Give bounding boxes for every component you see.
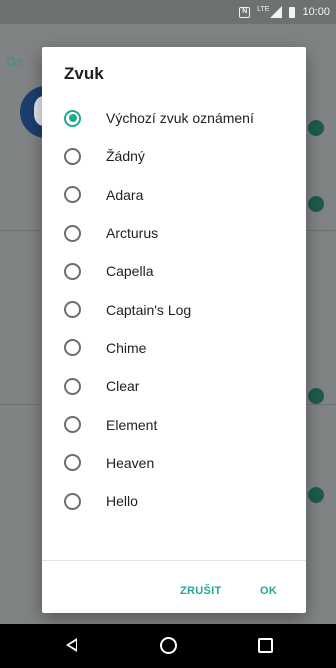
sound-option[interactable]: Clear [42,367,306,405]
signal-icon [270,6,283,18]
option-label: Žádný [106,148,145,165]
sound-options-list[interactable]: Výchozí zvuk oznámení Žádný Adara Arctur… [42,99,306,553]
option-label: Výchozí zvuk oznámení [106,110,254,127]
sound-option[interactable]: Arcturus [42,214,306,252]
cancel-button[interactable]: ZRUŠIT [180,585,222,597]
nfc-icon: N [239,6,251,18]
sound-option[interactable]: Adara [42,176,306,214]
background-title: Oz [6,54,23,69]
status-bar: N LTE 10:00 [0,0,336,24]
option-label: Clear [106,378,140,395]
radio-unchecked-icon[interactable] [64,301,81,319]
battery-icon [289,6,296,18]
radio-unchecked-icon[interactable] [64,454,81,472]
radio-unchecked-icon[interactable] [64,492,81,510]
radio-unchecked-icon[interactable] [64,224,81,242]
sound-option[interactable]: Výchozí zvuk oznámení [42,99,306,137]
home-icon[interactable] [160,637,177,654]
sound-dialog: Zvuk Výchozí zvuk oznámení Žádný Adara A… [42,47,306,613]
status-time: 10:00 [302,6,330,18]
radio-checked-icon[interactable] [64,109,81,127]
background-toggle-icon [308,196,324,212]
radio-unchecked-icon[interactable] [64,416,81,434]
option-label: Hello [106,493,138,510]
actions-divider [42,560,306,561]
option-label: Capella [106,263,154,280]
sound-option[interactable]: Žádný [42,137,306,175]
option-label: Element [106,416,158,433]
background-toggle-icon [308,487,324,503]
sound-option[interactable]: Capella [42,252,306,290]
radio-unchecked-icon[interactable] [64,186,81,204]
sound-option[interactable]: Element [42,405,306,443]
option-label: Captain's Log [106,301,192,318]
sound-option[interactable]: Hello [42,482,306,520]
dialog-title: Zvuk [64,64,104,83]
sound-option[interactable]: Heaven [42,444,306,482]
option-label: Arcturus [106,225,159,242]
option-label: Heaven [106,454,155,471]
radio-unchecked-icon[interactable] [64,147,81,165]
ok-button[interactable]: OK [260,585,277,597]
option-label: Adara [106,186,144,203]
radio-unchecked-icon[interactable] [64,339,81,357]
status-icons: N LTE 10:00 [239,6,330,18]
lte-label: LTE [257,5,270,13]
navigation-bar [0,624,336,668]
sound-option[interactable]: Captain's Log [42,290,306,328]
sound-option[interactable]: Chime [42,329,306,367]
background-badge-icon [308,120,324,136]
recents-icon[interactable] [258,638,273,653]
option-label: Chime [106,339,147,356]
background-toggle-icon [308,388,324,404]
radio-unchecked-icon[interactable] [64,262,81,280]
radio-unchecked-icon[interactable] [64,377,81,395]
back-icon[interactable] [66,638,77,652]
